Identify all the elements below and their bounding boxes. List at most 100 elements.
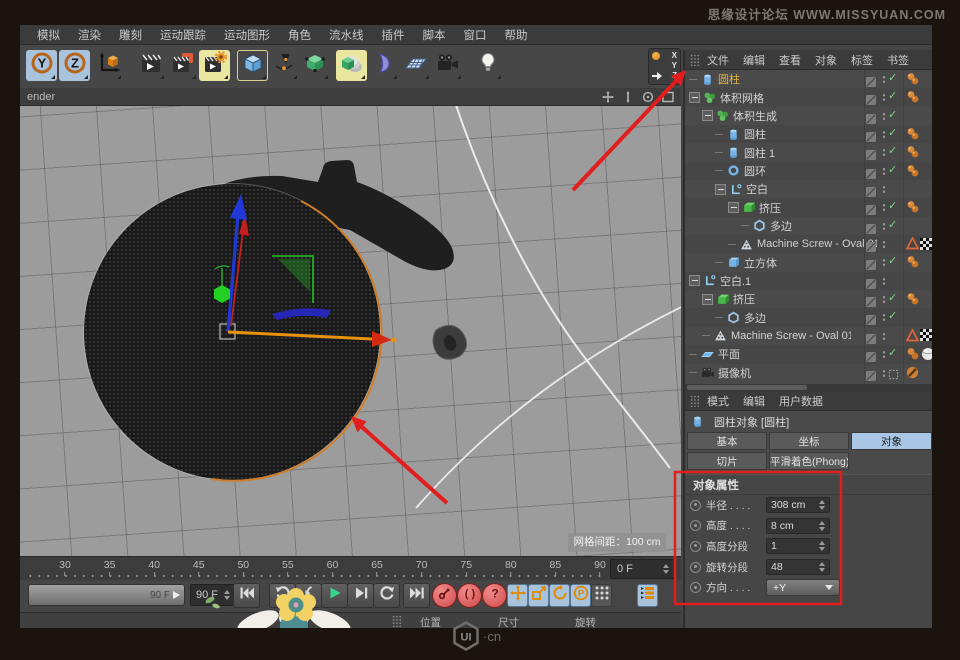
axis-lock-widget[interactable]: X Y Z — [648, 48, 681, 85]
key-parameter-toggle[interactable]: P — [570, 584, 591, 607]
record-keyframe-button[interactable] — [432, 583, 457, 608]
key-rotation-toggle[interactable] — [549, 584, 570, 607]
tree-row-12[interactable]: 挤压✓ — [685, 290, 934, 308]
enabled-check-icon[interactable]: ✓ — [888, 89, 897, 102]
visibility-dots-toggle[interactable] — [882, 240, 886, 249]
viewport-canvas[interactable]: 网格间距：100 cm — [20, 106, 681, 556]
menu-item-7[interactable]: 插件 — [373, 27, 414, 43]
visibility-dots-toggle[interactable] — [882, 112, 886, 121]
tab-3[interactable]: 切片 — [687, 452, 767, 470]
visibility-dots-toggle[interactable] — [882, 130, 886, 139]
value-field[interactable]: 48 — [766, 559, 830, 575]
visibility-dots-toggle[interactable] — [882, 350, 886, 359]
render-view-button[interactable] — [135, 50, 166, 81]
add-primitive-button[interactable] — [237, 50, 268, 81]
keyframe-radio[interactable] — [690, 500, 701, 511]
menu-item-10[interactable]: 帮助 — [496, 27, 537, 43]
add-camera-button[interactable] — [432, 50, 463, 81]
viewport[interactable]: ender — [20, 88, 681, 556]
tags-spheres[interactable] — [906, 72, 920, 86]
tab-4[interactable]: 平滑着色(Phong) — [769, 452, 849, 470]
autokey-button[interactable]: ( ) — [457, 583, 482, 608]
tags-spheres[interactable] — [906, 292, 920, 306]
om-menu-item-1[interactable]: 编辑 — [736, 52, 772, 68]
timeline-ruler[interactable]: 0 F 30354045505560657075808590 — [20, 556, 681, 580]
add-light-button[interactable] — [472, 50, 503, 81]
rotate-view-icon[interactable] — [642, 91, 654, 103]
tree-row-9[interactable]: Machine Screw - Oval 01 — [685, 235, 934, 253]
expander-icon[interactable] — [702, 294, 713, 305]
enabled-check-icon[interactable]: ✓ — [888, 291, 897, 304]
menu-item-4[interactable]: 运动图形 — [215, 27, 279, 43]
expander-icon[interactable] — [689, 275, 700, 286]
key-pla-toggle[interactable] — [591, 584, 612, 607]
expander-icon[interactable] — [715, 184, 726, 195]
tree-scrollbar[interactable] — [685, 384, 934, 391]
expander-icon[interactable] — [689, 92, 700, 103]
add-spline-button[interactable] — [268, 50, 299, 81]
tags-spheres[interactable] — [906, 145, 920, 159]
enabled-check-icon[interactable]: ✓ — [888, 144, 897, 157]
value-field[interactable]: 1 — [766, 538, 830, 554]
expander-icon[interactable] — [728, 202, 739, 213]
tags-spheres[interactable] — [906, 127, 920, 141]
visibility-dots-toggle[interactable] — [882, 167, 886, 176]
value-field[interactable]: 308 cm — [766, 497, 830, 513]
tags-warn[interactable] — [906, 329, 932, 342]
add-environment-button[interactable] — [400, 50, 431, 81]
value-spinner[interactable] — [819, 500, 825, 510]
menu-item-3[interactable]: 运动跟踪 — [151, 27, 215, 43]
attr-menu-item-2[interactable]: 用户数据 — [772, 393, 830, 409]
om-menu-item-4[interactable]: 标签 — [844, 52, 880, 68]
enabled-check-icon[interactable]: ✓ — [888, 254, 897, 267]
enabled-check-icon[interactable]: ✓ — [888, 218, 897, 231]
tree-row-11[interactable]: 空白.1 — [685, 272, 934, 290]
tree-row-10[interactable]: 立方体✓ — [685, 253, 934, 271]
tab-0[interactable]: 基本 — [687, 432, 767, 450]
menu-item-5[interactable]: 角色 — [279, 27, 320, 43]
tree-row-14[interactable]: Machine Screw - Oval 01 — [685, 327, 934, 345]
visibility-dots-toggle[interactable] — [882, 313, 886, 322]
value-spinner[interactable] — [819, 541, 825, 551]
tree-row-15[interactable]: 平面✓ — [685, 345, 934, 363]
enabled-check-icon[interactable]: ✓ — [888, 126, 897, 139]
panel-grip[interactable] — [392, 615, 402, 627]
goto-end-button[interactable] — [403, 583, 430, 608]
visibility-dots-toggle[interactable] — [882, 185, 886, 194]
camera-link-icon[interactable] — [888, 367, 899, 385]
attr-menu-item-1[interactable]: 编辑 — [736, 393, 772, 409]
menu-item-0[interactable]: 模拟 — [28, 27, 69, 43]
timeline-range-slider[interactable]: 90 F — [28, 584, 185, 606]
menu-item-8[interactable]: 脚本 — [414, 27, 455, 43]
keyframe-options-button[interactable]: ? — [482, 583, 507, 608]
value-spinner[interactable] — [819, 562, 825, 572]
z-axis-lock-button[interactable]: Z — [59, 50, 90, 81]
attribute-manager-grip[interactable] — [690, 395, 700, 407]
zoom-view-icon[interactable] — [622, 91, 634, 103]
visibility-dots-toggle[interactable] — [882, 222, 886, 231]
om-menu-item-2[interactable]: 查看 — [772, 52, 808, 68]
keyframe-radio[interactable] — [690, 520, 701, 531]
value-spinner[interactable] — [819, 521, 825, 531]
visibility-dots-toggle[interactable] — [882, 332, 886, 341]
loop-button[interactable] — [373, 583, 400, 608]
om-menu-item-0[interactable]: 文件 — [700, 52, 736, 68]
add-array-button[interactable] — [336, 50, 367, 81]
add-deformer-button[interactable] — [368, 50, 399, 81]
enabled-check-icon[interactable]: ✓ — [888, 108, 897, 121]
tags-spheres[interactable] — [906, 255, 920, 269]
enabled-check-icon[interactable]: ✓ — [888, 199, 897, 212]
tree-row-3[interactable]: 圆柱✓ — [685, 125, 934, 143]
tab-2[interactable]: 对象 — [851, 432, 932, 450]
visibility-dots-toggle[interactable] — [882, 277, 886, 286]
direction-dropdown[interactable]: +Y — [766, 579, 840, 596]
visibility-dots-toggle[interactable] — [882, 93, 886, 102]
pan-view-icon[interactable] — [602, 91, 614, 103]
add-generator-button[interactable] — [299, 50, 330, 81]
frame-spinner[interactable] — [663, 564, 669, 574]
enabled-check-icon[interactable]: ✓ — [888, 309, 897, 322]
key-position-toggle[interactable] — [507, 584, 528, 607]
keyframe-radio[interactable] — [690, 582, 701, 593]
keyframe-radio[interactable] — [690, 562, 701, 573]
om-menu-item-5[interactable]: 书签 — [880, 52, 916, 68]
